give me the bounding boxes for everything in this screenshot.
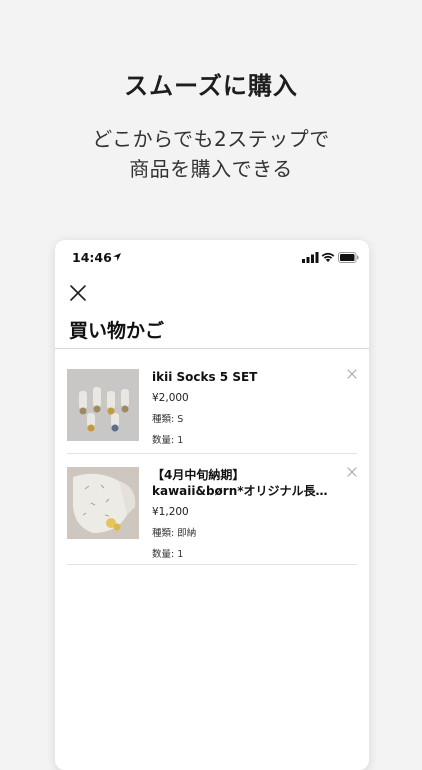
wifi-icon [321, 252, 335, 262]
close-icon[interactable] [69, 284, 87, 302]
item-price: ¥2,000 [152, 392, 189, 404]
signal-icon [302, 252, 319, 263]
item-price: ¥1,200 [152, 506, 189, 518]
promo-title: スムーズに購入 [124, 72, 298, 100]
status-bar: 14:46 [55, 240, 369, 274]
phone-screen: 14:46 買い物かご ikii Socks 5 SET ¥2,000 種類: … [55, 240, 369, 770]
promo-subtitle-line1: どこからでも2ステップで [92, 127, 330, 151]
item-name-line1: 【4月中旬納期】 [152, 468, 245, 482]
cart-item[interactable]: ikii Socks 5 SET ¥2,000 種類: S 数量: 1 [67, 358, 357, 454]
item-name-line2: kawaii&børn*オリジナル長… [152, 484, 328, 498]
item-quantity: 数量: 1 [152, 435, 184, 446]
item-type: 種類: S [152, 414, 184, 425]
product-image-socks [67, 369, 139, 441]
remove-item-icon[interactable] [347, 369, 357, 379]
status-time: 14:46 [72, 250, 112, 265]
item-name: ikii Socks 5 SET [152, 370, 258, 384]
item-info: ikii Socks 5 SET ¥2,000 種類: S 数量: 1 [152, 369, 347, 446]
babywear-image [67, 467, 139, 539]
item-info: 【4月中旬納期】 kawaii&børn*オリジナル長… ¥1,200 種類: … [152, 467, 347, 560]
promo-subtitle: どこからでも2ステップで 商品を購入できる [0, 124, 422, 184]
remove-item-icon[interactable] [347, 467, 357, 477]
socks-image [67, 369, 139, 441]
location-arrow-icon [113, 253, 121, 261]
header-divider [55, 348, 369, 349]
product-image-babywear [67, 467, 139, 539]
promo-subtitle-line2: 商品を購入できる [129, 157, 293, 181]
battery-icon [338, 252, 359, 263]
cart-item[interactable]: 【4月中旬納期】 kawaii&børn*オリジナル長… ¥1,200 種類: … [67, 456, 357, 565]
item-type: 種類: 即納 [152, 528, 197, 539]
item-quantity: 数量: 1 [152, 549, 184, 560]
page-title: 買い物かご [69, 320, 165, 342]
